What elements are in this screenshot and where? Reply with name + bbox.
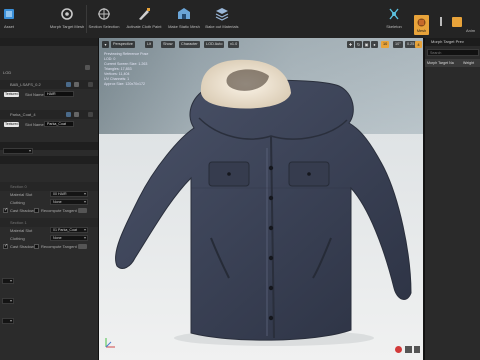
element-0-row: BAB_LSAFS_0.2 bbox=[0, 80, 98, 89]
make-static-mesh-button[interactable]: Make Static Mesh bbox=[166, 2, 202, 36]
section-selection-button[interactable]: Section Selection bbox=[89, 2, 119, 36]
property-dropdown[interactable] bbox=[2, 278, 14, 284]
activate-cloth-paint-button[interactable]: Activate Cloth Paint bbox=[124, 2, 164, 36]
property-dropdown[interactable] bbox=[2, 318, 14, 324]
skeleton-icon bbox=[386, 6, 402, 22]
pause-button[interactable] bbox=[405, 346, 412, 353]
morph-target-preview-panel: Morph Target Prev Search Morph Target Na… bbox=[424, 38, 480, 360]
browse-icon[interactable] bbox=[66, 82, 71, 87]
section-1-flags-row: Cast Shadow Recompute Tangent bbox=[0, 242, 98, 251]
element-1-material-row: Textured Slot Name Parka_Coat bbox=[0, 120, 98, 129]
recompute-tangent-checkbox[interactable] bbox=[34, 208, 39, 213]
toolbar-separator bbox=[86, 5, 87, 33]
cast-shadow-checkbox[interactable] bbox=[3, 207, 8, 213]
asset-details-panel: LOD BAB_LSAFS_0.2 Textured Slot Name HAI… bbox=[0, 38, 99, 360]
clothing-dropdown[interactable]: None bbox=[50, 199, 88, 205]
recompute-tangent-checkbox[interactable] bbox=[34, 244, 39, 249]
morph-search-input[interactable]: Search bbox=[427, 49, 479, 56]
static-mesh-icon bbox=[176, 6, 192, 22]
material-slot-dropdown[interactable]: 00 HAIR bbox=[50, 191, 88, 197]
use-selected-icon[interactable] bbox=[74, 112, 79, 117]
clear-button[interactable] bbox=[78, 208, 87, 213]
mesh-mode-button[interactable]: Mesh bbox=[414, 15, 429, 35]
axis-gizmo-icon bbox=[105, 338, 115, 348]
create-asset-button[interactable]: Asset bbox=[0, 2, 20, 36]
element-0-material-row: Textured Slot Name HAIR bbox=[0, 90, 98, 99]
section-0-flags-row: Cast Shadow Recompute Tangent bbox=[0, 206, 98, 215]
bake-out-materials-button[interactable]: Bake out Materials bbox=[204, 2, 240, 36]
sections-category bbox=[0, 156, 98, 164]
preview-viewport[interactable]: ▾ Perspective Lit Show Character LOD Aut… bbox=[99, 38, 423, 360]
use-selected-icon[interactable] bbox=[74, 82, 79, 87]
clothing-dropdown[interactable]: None bbox=[50, 235, 88, 241]
mesh-mode-icon bbox=[416, 17, 427, 28]
asset-icon bbox=[1, 6, 17, 22]
browse-icon[interactable] bbox=[66, 112, 71, 117]
mesh-gear-icon bbox=[59, 6, 75, 22]
cast-shadow-checkbox[interactable] bbox=[3, 243, 8, 249]
main-toolbar: Asset Morph Target Mesh Section Selectio… bbox=[0, 0, 480, 39]
reset-icon[interactable] bbox=[88, 112, 93, 117]
lod-dropdown[interactable] bbox=[3, 148, 33, 154]
step-forward-button[interactable] bbox=[414, 346, 420, 353]
property-dropdown[interactable] bbox=[2, 298, 14, 304]
reset-icon[interactable] bbox=[85, 65, 90, 70]
skeleton-mode-button[interactable]: Skeleton bbox=[374, 2, 414, 36]
element-1-row: Parka_Coat_4 bbox=[0, 110, 98, 119]
morph-target-mesh-button[interactable]: Morph Target Mesh bbox=[50, 2, 84, 36]
slot-name-input[interactable]: HAIR bbox=[44, 91, 74, 97]
jacket-model[interactable] bbox=[99, 38, 423, 360]
record-button[interactable] bbox=[395, 346, 402, 353]
selection-icon bbox=[96, 6, 112, 22]
morph-target-tab[interactable]: Morph Target Prev bbox=[425, 38, 480, 46]
paint-brush-icon bbox=[136, 6, 152, 22]
layers-icon bbox=[214, 6, 230, 22]
details-tab-bar bbox=[0, 38, 98, 46]
reset-icon[interactable] bbox=[88, 82, 93, 87]
anim-blueprint-icon[interactable] bbox=[452, 17, 462, 27]
material-slot-dropdown[interactable]: 01 Parka_Coat bbox=[50, 227, 88, 233]
animation-icon bbox=[434, 17, 442, 26]
clear-button[interactable] bbox=[78, 244, 87, 249]
slot-name-input[interactable]: Parka_Coat bbox=[44, 121, 74, 127]
morph-list-header: Morph Target Na Weight bbox=[425, 59, 480, 67]
